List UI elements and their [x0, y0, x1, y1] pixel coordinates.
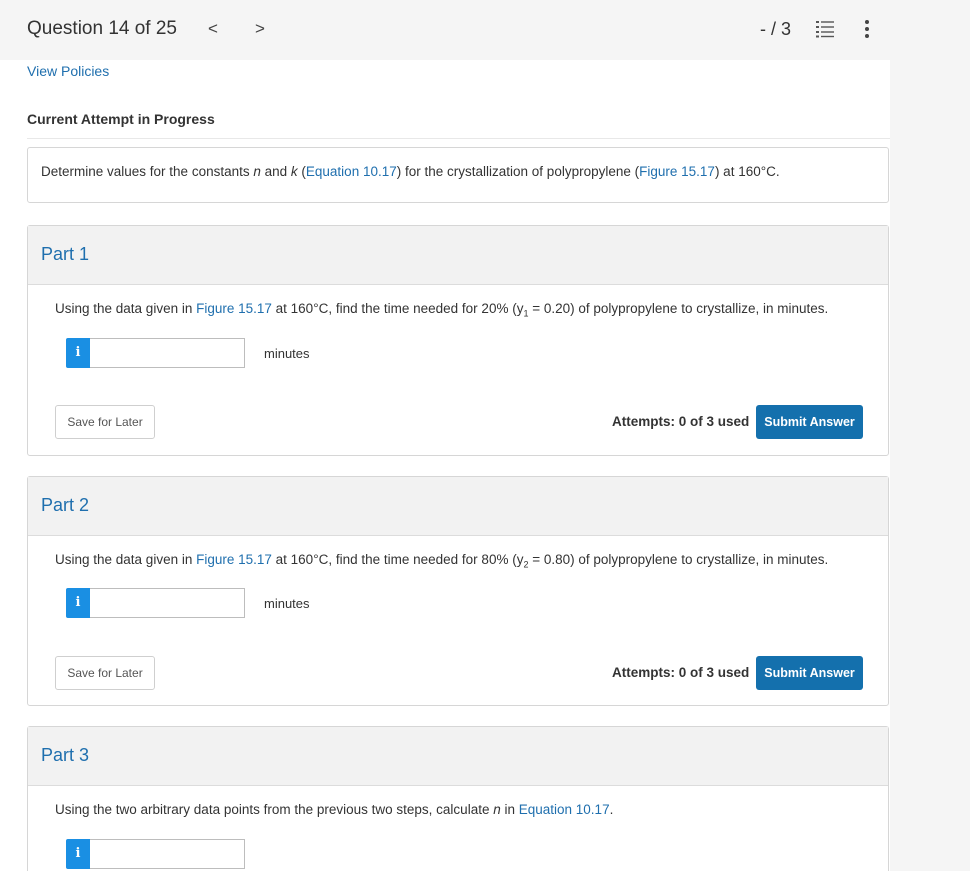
- part-2-title: Part 2: [41, 495, 90, 515]
- part-2-prompt: Using the data given in Figure 15.17 at …: [55, 552, 829, 570]
- part-1-attempts: Attempts: 0 of 3 used: [612, 414, 750, 429]
- part-1-title: Part 1: [41, 244, 90, 264]
- view-policies-link[interactable]: View Policies: [27, 63, 109, 79]
- figure-link[interactable]: Figure 15.17: [196, 301, 272, 316]
- part-1-answer-input[interactable]: [90, 338, 245, 368]
- question-score: - / 3: [760, 19, 792, 39]
- question-text: Determine values for the constants n and…: [41, 164, 780, 179]
- question-list-icon[interactable]: [816, 20, 834, 38]
- question-statement: Determine values for the constants n and…: [27, 147, 889, 203]
- info-icon[interactable]: i: [66, 839, 90, 869]
- question-header: Question 14 of 25 < > - / 3: [0, 0, 890, 60]
- part-2-header: Part 2: [28, 477, 888, 536]
- part-2-card: Part 2 Using the data given in Figure 15…: [27, 476, 889, 706]
- part-2-answer-input[interactable]: [90, 588, 245, 618]
- part-1-unit: minutes: [264, 346, 310, 361]
- part-3-title: Part 3: [41, 745, 90, 765]
- equation-link[interactable]: Equation 10.17: [519, 802, 610, 817]
- divider: [27, 138, 890, 139]
- part-2-submit-answer-button[interactable]: Submit Answer: [756, 656, 863, 690]
- part-3-card: Part 3 Using the two arbitrary data poin…: [27, 726, 889, 871]
- part-2-attempts: Attempts: 0 of 3 used: [612, 665, 750, 680]
- page: Question 14 of 25 < > - / 3 View Policie…: [0, 0, 970, 871]
- part-3-prompt: Using the two arbitrary data points from…: [55, 802, 614, 817]
- info-icon[interactable]: i: [66, 338, 90, 368]
- figure-link[interactable]: Figure 15.17: [196, 552, 272, 567]
- part-3-header: Part 3: [28, 727, 888, 786]
- part-2-save-for-later-button[interactable]: Save for Later: [55, 656, 155, 690]
- next-question-button[interactable]: >: [255, 18, 265, 40]
- question-counter: Question 14 of 25: [27, 18, 177, 39]
- figure-link[interactable]: Figure 15.17: [639, 164, 715, 179]
- previous-question-button[interactable]: <: [208, 18, 218, 40]
- part-1-prompt: Using the data given in Figure 15.17 at …: [55, 301, 829, 319]
- part-1-header: Part 1: [28, 226, 888, 285]
- part-1-save-for-later-button[interactable]: Save for Later: [55, 405, 155, 439]
- part-3-answer-input[interactable]: [90, 839, 245, 869]
- attempt-status: Current Attempt in Progress: [27, 111, 215, 127]
- more-options-icon[interactable]: [863, 19, 871, 39]
- info-icon[interactable]: i: [66, 588, 90, 618]
- part-2-unit: minutes: [264, 596, 310, 611]
- part-1-card: Part 1 Using the data given in Figure 15…: [27, 225, 889, 456]
- equation-link[interactable]: Equation 10.17: [306, 164, 397, 179]
- part-1-submit-answer-button[interactable]: Submit Answer: [756, 405, 863, 439]
